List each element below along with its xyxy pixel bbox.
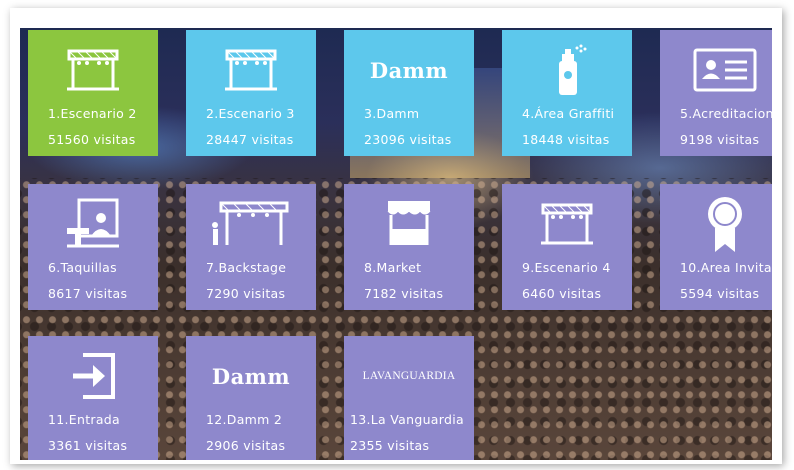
zone-visits: 8617 visitas: [48, 286, 128, 301]
zone-tile-damm-2[interactable]: Damm 12.Damm 2 2906 visitas: [186, 336, 316, 460]
zone-tile-escenario-2[interactable]: 1.Escenario 2 51560 visitas: [28, 30, 158, 156]
zone-tile-taquillas[interactable]: 6.Taquillas 8617 visitas: [28, 184, 158, 310]
zone-visits: 2355 visitas: [350, 438, 430, 453]
damm-logo: Damm: [186, 350, 316, 402]
zone-visits: 18448 visitas: [522, 132, 610, 147]
zone-visits: 7290 visitas: [206, 286, 286, 301]
spray-can-icon: [502, 44, 632, 96]
market-stall-icon: [344, 198, 474, 250]
zone-label: 12.Damm 2: [206, 412, 283, 427]
zone-visits: 51560 visitas: [48, 132, 136, 147]
stage-truss-icon: [28, 44, 158, 96]
zone-visits: 6460 visitas: [522, 286, 602, 301]
zone-label: 13.La Vanguardia: [350, 412, 464, 427]
zone-label: 10.Area Invitados: [680, 260, 772, 275]
stage-truss-icon: [186, 44, 316, 96]
zone-visits: 2906 visitas: [206, 438, 286, 453]
la-vanguardia-logo: LAVANGUARDIA: [344, 350, 474, 402]
zone-tile-la-vanguardia[interactable]: LAVANGUARDIA 13.La Vanguardia 2355 visit…: [344, 336, 474, 460]
zone-visits: 3361 visitas: [48, 438, 128, 453]
zone-label: 7.Backstage: [206, 260, 287, 275]
zone-visits: 7182 visitas: [364, 286, 444, 301]
entrance-arrow-icon: [28, 350, 158, 402]
zone-label: 11.Entrada: [48, 412, 120, 427]
zone-tile-escenario-3[interactable]: 2.Escenario 3 28447 visitas: [186, 30, 316, 156]
zone-label: 1.Escenario 2: [48, 106, 137, 121]
damm-logo: Damm: [344, 44, 474, 96]
zone-visits: 5594 visitas: [680, 286, 760, 301]
backstage-truss-icon: [186, 198, 316, 250]
zone-tile-market[interactable]: 8.Market 7182 visitas: [344, 184, 474, 310]
zone-tile-area-invitados[interactable]: 10.Area Invitados 5594 visitas: [660, 184, 772, 310]
zone-label: 5.Acreditaciones: [680, 106, 772, 121]
damm-logo-text: Damm: [369, 57, 449, 83]
map-frame: 1.Escenario 2 51560 visitas 2.Escenario …: [10, 8, 782, 464]
zone-tile-backstage[interactable]: 7.Backstage 7290 visitas: [186, 184, 316, 310]
zone-tile-entrada[interactable]: 11.Entrada 3361 visitas: [28, 336, 158, 460]
ticket-booth-icon: [28, 198, 158, 250]
zone-tile-acreditaciones[interactable]: 5.Acreditaciones 9198 visitas: [660, 30, 772, 156]
zone-label: 9.Escenario 4: [522, 260, 611, 275]
zone-visits: 9198 visitas: [680, 132, 760, 147]
stage-truss-icon: [502, 198, 632, 250]
zone-label: 3.Damm: [364, 106, 420, 121]
zone-tile-escenario-4[interactable]: 9.Escenario 4 6460 visitas: [502, 184, 632, 310]
award-ribbon-icon: [660, 197, 772, 252]
id-card-icon: [660, 44, 772, 96]
damm-logo-text: Damm: [211, 363, 291, 389]
la-vanguardia-logo-text: LAVANGUARDIA: [362, 370, 456, 382]
zone-tile-area-graffiti[interactable]: 4.Área Graffiti 18448 visitas: [502, 30, 632, 156]
festival-crowd-background: 1.Escenario 2 51560 visitas 2.Escenario …: [20, 28, 772, 460]
zone-tile-damm[interactable]: Damm 3.Damm 23096 visitas: [344, 30, 474, 156]
zone-visits: 28447 visitas: [206, 132, 294, 147]
zone-visits: 23096 visitas: [364, 132, 452, 147]
zone-label: 4.Área Graffiti: [522, 106, 615, 121]
zone-label: 8.Market: [364, 260, 422, 275]
zone-label: 2.Escenario 3: [206, 106, 295, 121]
zone-label: 6.Taquillas: [48, 260, 117, 275]
